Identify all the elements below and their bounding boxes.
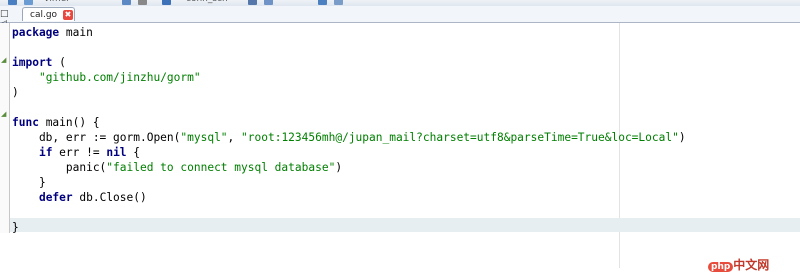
- code-text: (: [52, 56, 66, 69]
- toolbar-icon-6[interactable]: [248, 0, 257, 5]
- code-content[interactable]: package main import ( "github.com/jinzhu/…: [12, 25, 686, 235]
- code-text: {: [126, 146, 141, 159]
- toolbar-icon-5[interactable]: [162, 0, 171, 5]
- code-line[interactable]: panic("failed to connect mysql database"…: [12, 160, 686, 175]
- toolbar-icon-9[interactable]: [334, 0, 343, 5]
- toolbar-icon-3[interactable]: [122, 0, 131, 5]
- watermark-text: 中文网: [733, 258, 770, 272]
- code-line[interactable]: if err != nil {: [12, 145, 686, 160]
- code-text: ): [12, 86, 19, 99]
- code-string: "github.com/jinzhu/gorm": [38, 71, 201, 84]
- toolbar-icon-7[interactable]: [264, 0, 273, 5]
- code-text: err !=: [52, 146, 107, 159]
- code-line[interactable]: ): [12, 85, 686, 100]
- tab-scroll-controls[interactable]: □ ◁: [0, 9, 14, 29]
- code-editor[interactable]: ◢ ◢ package main import ( "github.com/jin…: [0, 23, 800, 268]
- code-text: }: [12, 221, 19, 234]
- toolbar-icon-8[interactable]: [318, 0, 327, 5]
- watermark-badge: php: [708, 262, 734, 272]
- close-icon[interactable]: ✖: [63, 10, 73, 20]
- toolbar-partial-label[interactable]: vimer: [44, 0, 70, 4]
- code-text: ): [678, 131, 686, 144]
- code-keyword: nil: [106, 146, 127, 159]
- code-string: "root:123456mh@/jupan_mail?charset=utf8&…: [241, 131, 679, 144]
- tab-cal-go[interactable]: cal.go ✖: [22, 7, 75, 21]
- code-text: db, err := gorm.Open(: [12, 131, 181, 144]
- code-line[interactable]: db, err := gorm.Open("mysql", "root:1234…: [12, 130, 686, 145]
- code-line[interactable]: import (: [12, 55, 686, 70]
- code-line[interactable]: package main: [12, 25, 686, 40]
- code-text: }: [12, 176, 46, 189]
- toolbar-icon-2[interactable]: [24, 0, 33, 5]
- fold-marker-icon[interactable]: ◢: [1, 57, 7, 64]
- code-line[interactable]: [12, 205, 686, 220]
- code-keyword: import: [12, 56, 53, 69]
- code-keyword: package: [12, 26, 60, 39]
- code-line[interactable]: func main() {: [12, 115, 686, 130]
- code-line[interactable]: }: [12, 175, 686, 190]
- fold-marker-icon[interactable]: ◢: [1, 111, 7, 118]
- code-text: main() {: [38, 116, 100, 129]
- code-text: ,: [227, 131, 242, 144]
- fold-margin[interactable]: ◢ ◢: [0, 23, 10, 233]
- code-keyword: if: [38, 146, 53, 159]
- watermark: php 中文网: [708, 256, 769, 273]
- code-text: ): [335, 161, 343, 174]
- code-string: "mysql": [180, 131, 228, 144]
- code-keyword: func: [12, 116, 39, 129]
- code-string: "failed to connect mysql database": [106, 161, 336, 174]
- code-line[interactable]: defer db.Close(): [12, 190, 686, 205]
- code-line[interactable]: }: [12, 220, 686, 235]
- code-line[interactable]: [12, 40, 686, 55]
- toolbar-icon-4[interactable]: [138, 0, 147, 5]
- code-text: db.Close(): [72, 191, 147, 204]
- toolbar-partial-label-2[interactable]: conn_sch: [186, 0, 228, 4]
- code-text: main: [59, 26, 93, 39]
- code-text: panic(: [12, 161, 107, 174]
- code-line[interactable]: [12, 100, 686, 115]
- tab-bar: □ ◁ cal.go ✖: [0, 6, 800, 29]
- code-keyword: defer: [38, 191, 73, 204]
- toolbar-icon-1[interactable]: [8, 0, 17, 5]
- tab-label: cal.go: [30, 10, 58, 20]
- code-line[interactable]: "github.com/jinzhu/gorm": [12, 70, 686, 85]
